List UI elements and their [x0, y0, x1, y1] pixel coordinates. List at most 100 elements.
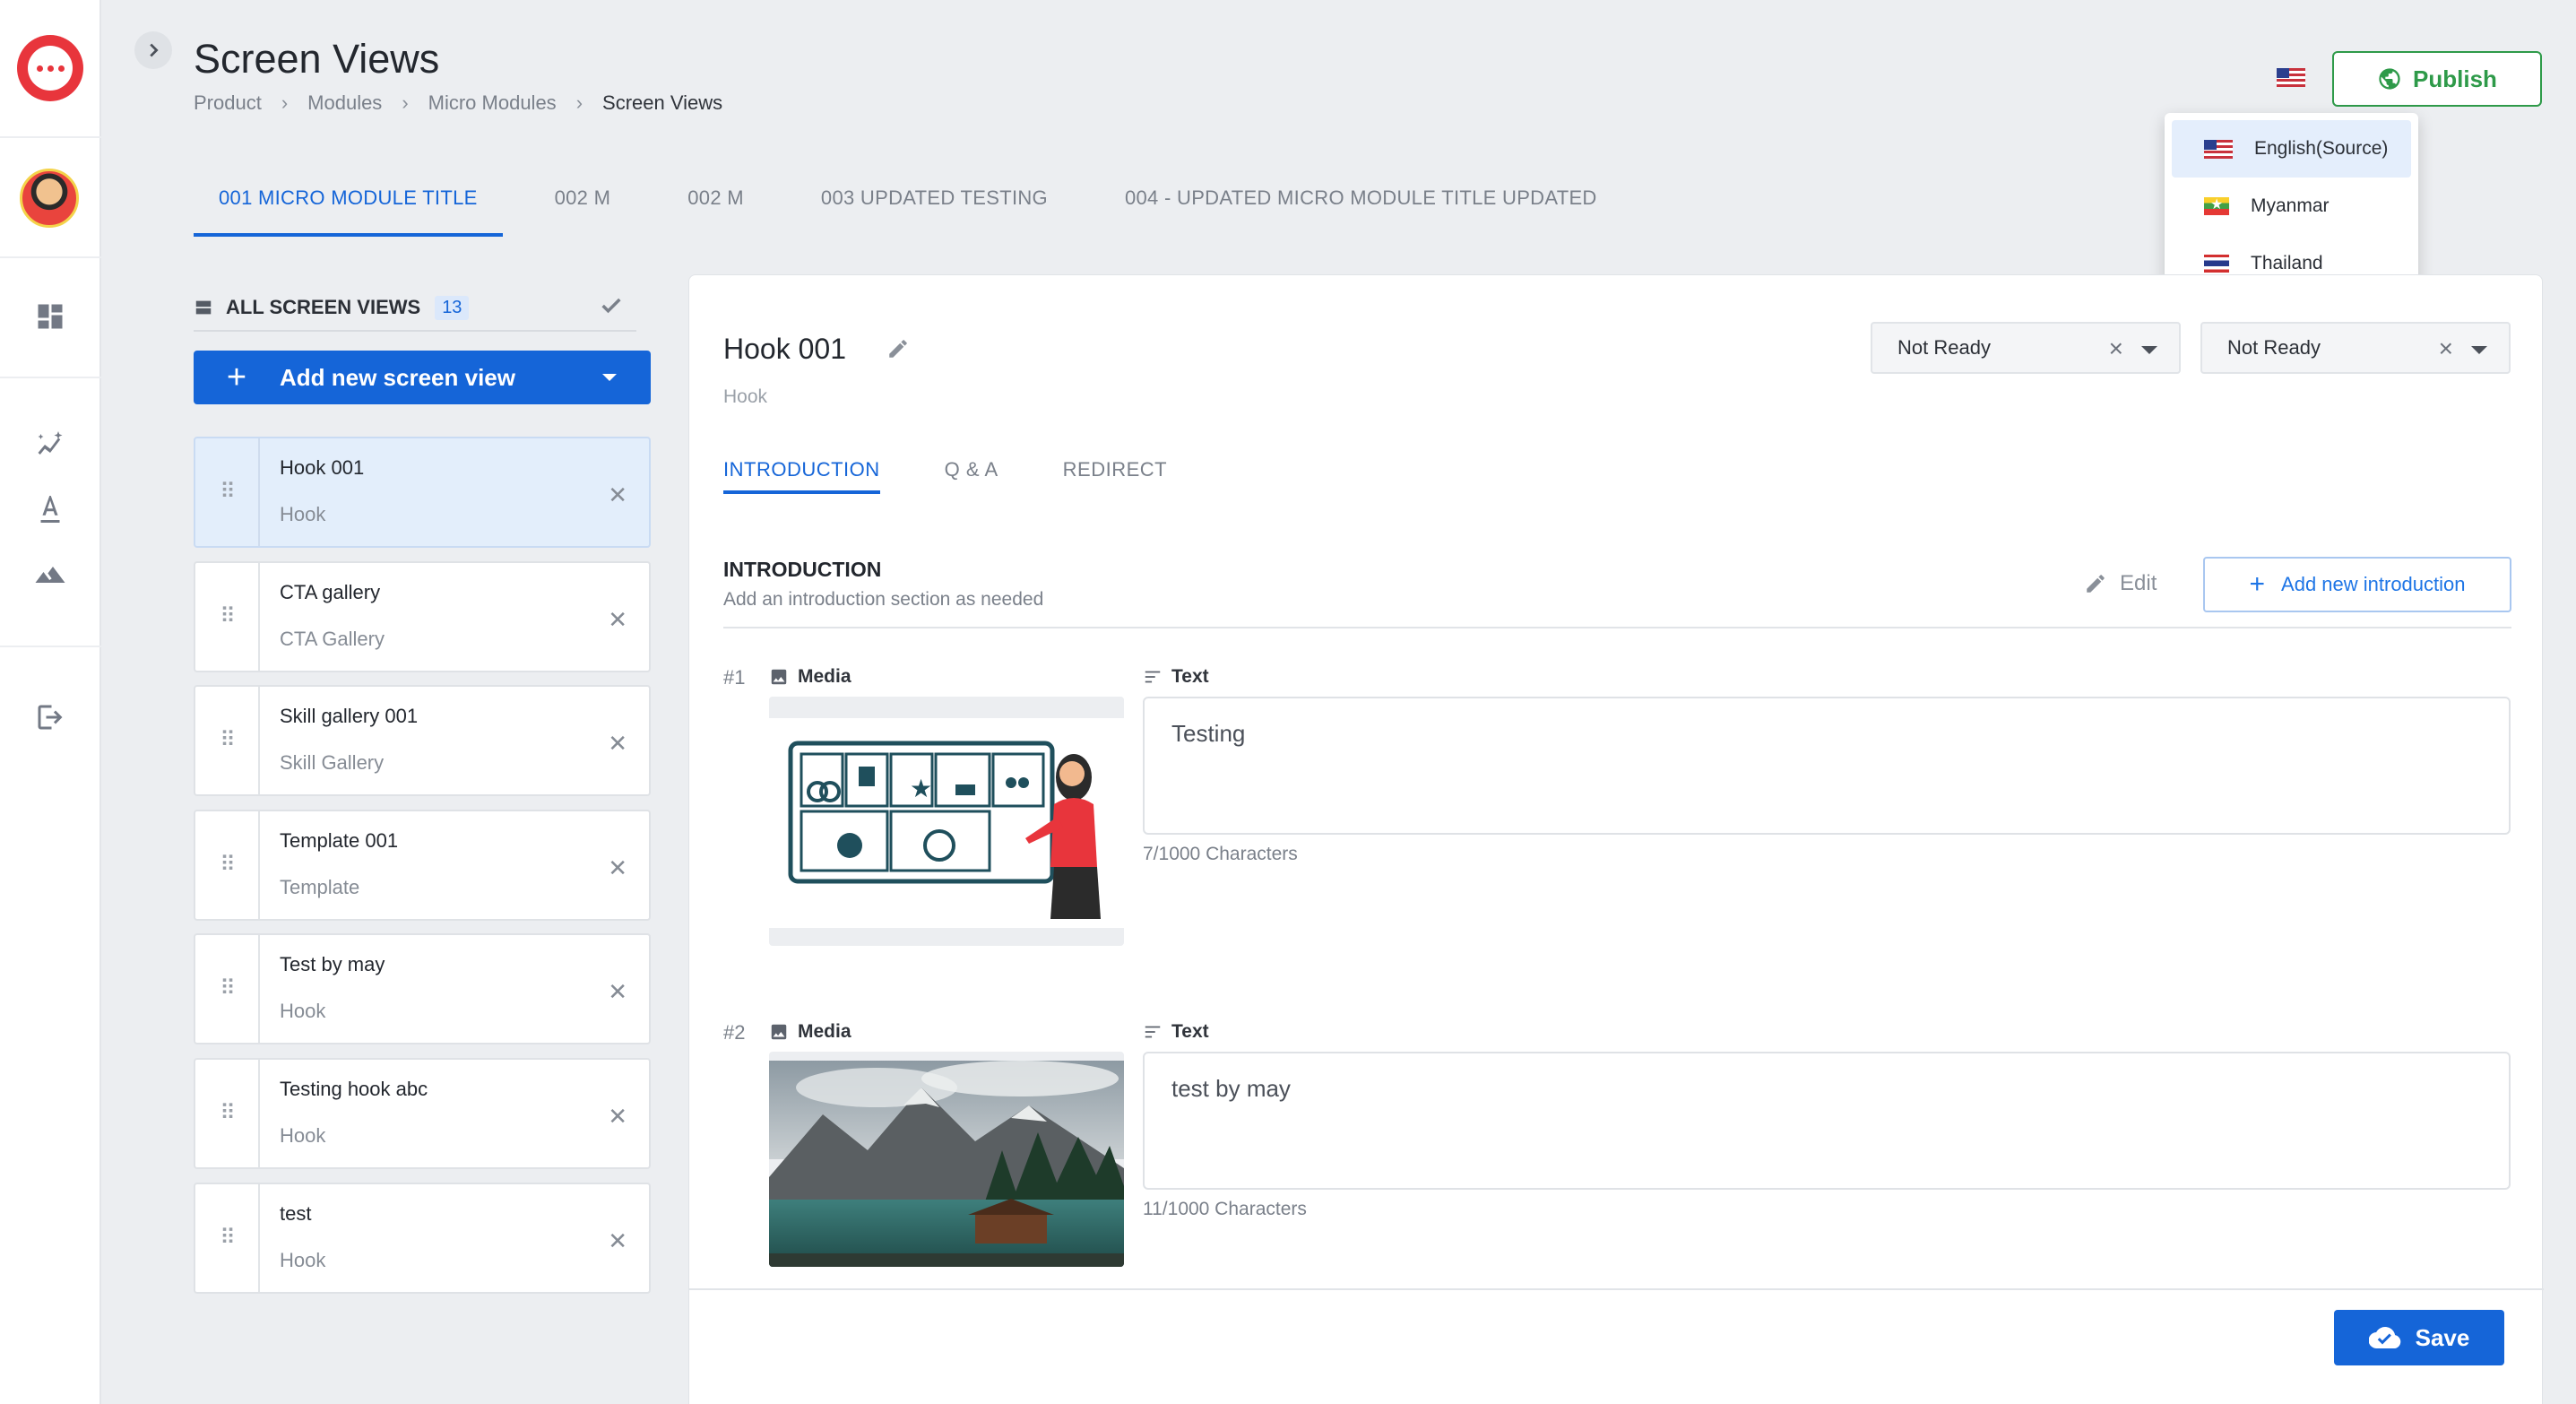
screen-view-type: Hook: [280, 1000, 326, 1023]
close-icon[interactable]: ✕: [608, 854, 627, 882]
screen-view-type: Hook: [280, 1123, 326, 1147]
tab-module-002[interactable]: 002 M: [530, 176, 636, 237]
screen-view-name: Testing hook abc: [280, 1077, 428, 1100]
list-item[interactable]: ⠿ Skill gallery 001 Skill Gallery ✕: [194, 685, 651, 797]
chat-logo-icon[interactable]: [17, 35, 83, 101]
publish-button[interactable]: Publish: [2332, 51, 2542, 107]
list-icon: [194, 298, 213, 317]
section-title: INTRODUCTION: [723, 558, 882, 581]
language-option-english[interactable]: English(Source): [2172, 120, 2411, 178]
breadcrumb-chevron-icon: ›: [402, 91, 409, 114]
landscape-icon[interactable]: [32, 557, 68, 593]
screen-view-type: Template: [280, 875, 360, 898]
language-menu: English(Source) Myanmar Thailand: [2165, 113, 2418, 294]
avatar[interactable]: [20, 169, 79, 228]
drag-handle-icon[interactable]: ⠿: [195, 1059, 260, 1167]
tab-module-002-b[interactable]: 002 M: [662, 176, 769, 237]
drag-handle-icon[interactable]: ⠿: [195, 438, 260, 546]
language-switcher-us-flag-icon[interactable]: [2277, 68, 2305, 87]
text-input-1[interactable]: Testing: [1143, 697, 2511, 835]
close-icon[interactable]: ✕: [608, 1103, 627, 1131]
add-screen-view-button[interactable]: + Add new screen view: [194, 351, 651, 404]
drag-handle-icon[interactable]: ⠿: [195, 935, 260, 1044]
detail-title-row: Hook 001: [723, 333, 910, 368]
screen-view-type: Skill Gallery: [280, 751, 385, 775]
tab-module-004[interactable]: 004 - UPDATED MICRO MODULE TITLE UPDATED: [1100, 176, 1622, 237]
breadcrumb-current: Screen Views: [602, 91, 723, 114]
entry-number: #2: [723, 1021, 746, 1044]
media-illustration-1[interactable]: ★: [769, 697, 1124, 946]
text-input-2[interactable]: test by may: [1143, 1052, 2511, 1190]
screen-view-name: Skill gallery 001: [280, 705, 419, 728]
list-item[interactable]: ⠿ CTA gallery CTA Gallery ✕: [194, 560, 651, 672]
breadcrumb-chevron-icon: ›: [575, 91, 583, 114]
text-format-icon[interactable]: [32, 491, 68, 527]
sparkle-chart-icon[interactable]: [32, 427, 68, 463]
list-item[interactable]: ⠿ Testing hook abc Hook ✕: [194, 1057, 651, 1169]
status-select-1[interactable]: Not Ready ×: [1871, 322, 2181, 374]
media-photo-2[interactable]: [769, 1052, 1124, 1267]
close-icon[interactable]: ✕: [608, 1227, 627, 1255]
section-description: Add an introduction section as needed: [723, 589, 1044, 610]
add-introduction-button[interactable]: + Add new introduction: [2203, 557, 2511, 612]
close-icon[interactable]: ✕: [608, 730, 627, 758]
close-icon[interactable]: ✕: [608, 606, 627, 634]
text-lines-icon: [1145, 1026, 1161, 1038]
char-count: 7/1000 Characters: [1143, 844, 1298, 864]
status-select-value: Not Ready: [2227, 336, 2321, 359]
tab-module-003[interactable]: 003 UPDATED TESTING: [796, 176, 1073, 237]
drag-handle-icon[interactable]: ⠿: [195, 562, 260, 671]
edit-button[interactable]: Edit: [2084, 571, 2157, 596]
caret-down-icon[interactable]: [2471, 346, 2487, 354]
us-flag-icon: [2204, 139, 2233, 159]
close-icon[interactable]: ✕: [608, 481, 627, 509]
breadcrumb-micro-modules[interactable]: Micro Modules: [428, 91, 557, 115]
tab-module-001[interactable]: 001 MICRO MODULE TITLE: [194, 176, 503, 237]
list-item[interactable]: ⠿ Test by may Hook ✕: [194, 933, 651, 1045]
footer-divider: [689, 1288, 2544, 1290]
text-field-label: Text: [1143, 666, 1209, 688]
list-item[interactable]: ⠿ Hook 001 Hook ✕: [194, 437, 651, 548]
drag-handle-icon[interactable]: ⠿: [195, 687, 260, 795]
list-item[interactable]: ⠿ test Hook ✕: [194, 1182, 651, 1294]
tab-redirect[interactable]: REDIRECT: [1063, 435, 1167, 494]
close-icon[interactable]: ✕: [608, 978, 627, 1006]
add-screen-view-label: Add new screen view: [280, 363, 515, 391]
logout-icon[interactable]: [32, 699, 68, 735]
breadcrumb-product[interactable]: Product: [194, 91, 262, 115]
edit-pencil-icon[interactable]: [886, 334, 910, 368]
edit-label: Edit: [2120, 571, 2157, 595]
clear-icon[interactable]: ×: [2439, 334, 2453, 363]
check-icon[interactable]: [599, 293, 624, 323]
page-title: Screen Views: [194, 36, 440, 82]
screen-view-name: Test by may: [280, 953, 385, 976]
save-label: Save: [2415, 1323, 2470, 1351]
screen-view-list: ⠿ Hook 001 Hook ✕ ⠿ CTA gallery CTA Gall…: [194, 437, 651, 1306]
screen-view-name: Template 001: [280, 828, 399, 852]
add-introduction-label: Add new introduction: [2281, 573, 2466, 595]
status-select-value: Not Ready: [1897, 336, 1991, 359]
tab-qa[interactable]: Q & A: [945, 435, 998, 494]
text-label: Text: [1171, 1021, 1209, 1042]
screen-views-header: ALL SCREEN VIEWS 13: [194, 285, 636, 332]
image-icon: [771, 1024, 787, 1040]
status-select-2[interactable]: Not Ready ×: [2200, 322, 2511, 374]
globe-icon: [2379, 68, 2400, 90]
breadcrumb-modules[interactable]: Modules: [307, 91, 382, 115]
drag-handle-icon[interactable]: ⠿: [195, 1183, 260, 1292]
rail-divider: [0, 646, 101, 647]
rail-divider: [0, 136, 101, 138]
caret-down-icon[interactable]: [602, 374, 617, 381]
clear-icon[interactable]: ×: [2109, 334, 2123, 363]
plus-icon: +: [2249, 569, 2266, 599]
dashboard-icon[interactable]: [32, 299, 68, 334]
media-label: Media: [798, 1021, 851, 1042]
drag-handle-icon[interactable]: ⠿: [195, 810, 260, 919]
save-button[interactable]: Save: [2334, 1310, 2504, 1365]
screen-view-name: test: [280, 1201, 312, 1225]
caret-down-icon[interactable]: [2141, 346, 2157, 354]
list-item[interactable]: ⠿ Template 001 Template ✕: [194, 809, 651, 921]
tab-introduction[interactable]: INTRODUCTION: [723, 435, 880, 494]
collapse-sidebar-button[interactable]: [134, 31, 172, 69]
language-option-myanmar[interactable]: Myanmar: [2172, 178, 2411, 235]
